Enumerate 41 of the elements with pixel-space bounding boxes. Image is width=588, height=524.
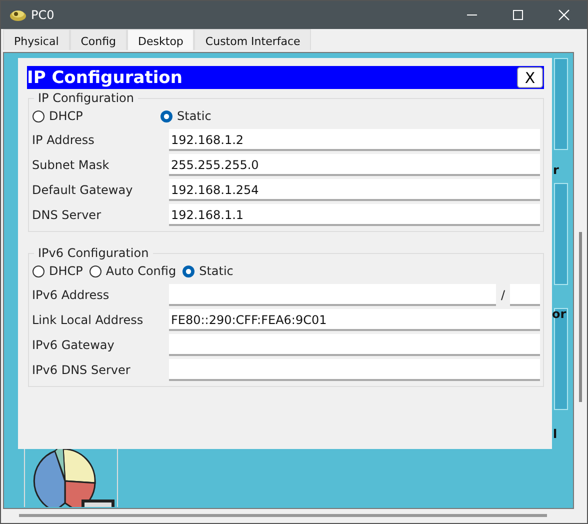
radio-option[interactable]: Auto Config bbox=[88, 264, 176, 278]
field-label: IPv6 DNS Server bbox=[32, 362, 132, 376]
radio-button[interactable] bbox=[88, 264, 102, 278]
tab[interactable]: Physical bbox=[3, 29, 70, 50]
input-field[interactable]: 192.168.1.2 bbox=[169, 128, 540, 150]
radio-option[interactable]: DHCP bbox=[32, 109, 160, 123]
group-title: IP Configuration bbox=[37, 91, 135, 105]
input-field[interactable] bbox=[169, 284, 496, 306]
field-label: Link Local Address bbox=[32, 312, 144, 326]
field-label: IP Address bbox=[32, 132, 96, 146]
close-button[interactable]: X bbox=[517, 67, 543, 88]
desktop-tile[interactable] bbox=[24, 449, 118, 507]
radio-option[interactable]: DHCP bbox=[32, 264, 83, 278]
radio-option[interactable]: Static bbox=[182, 264, 234, 278]
field-label: IPv6 Address bbox=[32, 288, 110, 302]
input-field[interactable] bbox=[510, 284, 540, 306]
input-field[interactable]: 192.168.1.254 bbox=[169, 178, 540, 200]
dialog-title: IP Configuration bbox=[27, 68, 182, 88]
radio-button[interactable] bbox=[32, 110, 45, 122]
window-title: PC0 bbox=[31, 8, 54, 22]
separator: / bbox=[500, 288, 506, 302]
field-label: Default Gateway bbox=[32, 182, 134, 196]
field-label: Subnet Mask bbox=[32, 158, 110, 172]
field-label: DNS Server bbox=[32, 208, 102, 222]
radio-button[interactable] bbox=[160, 110, 173, 122]
app-icon bbox=[9, 8, 27, 22]
tab[interactable]: Desktop bbox=[127, 29, 194, 50]
input-field[interactable] bbox=[169, 334, 540, 356]
input-field[interactable] bbox=[169, 358, 540, 380]
input-field[interactable]: 192.168.1.1 bbox=[169, 204, 540, 226]
field-label: IPv6 Gateway bbox=[32, 338, 116, 352]
label-fragment: l bbox=[553, 427, 558, 441]
radio-button[interactable] bbox=[32, 264, 45, 278]
tab[interactable]: Custom Interface bbox=[194, 29, 312, 50]
input-field[interactable]: FE80::290:CFF:FEA6:9C01 bbox=[169, 308, 540, 330]
group-title: IPv6 Configuration bbox=[37, 246, 150, 260]
radio-option[interactable]: Static bbox=[160, 109, 212, 123]
tab[interactable]: Config bbox=[70, 29, 128, 50]
radio-button[interactable] bbox=[182, 264, 196, 278]
label-fragment: r bbox=[553, 163, 559, 177]
input-field[interactable]: 255.255.255.0 bbox=[169, 154, 540, 176]
